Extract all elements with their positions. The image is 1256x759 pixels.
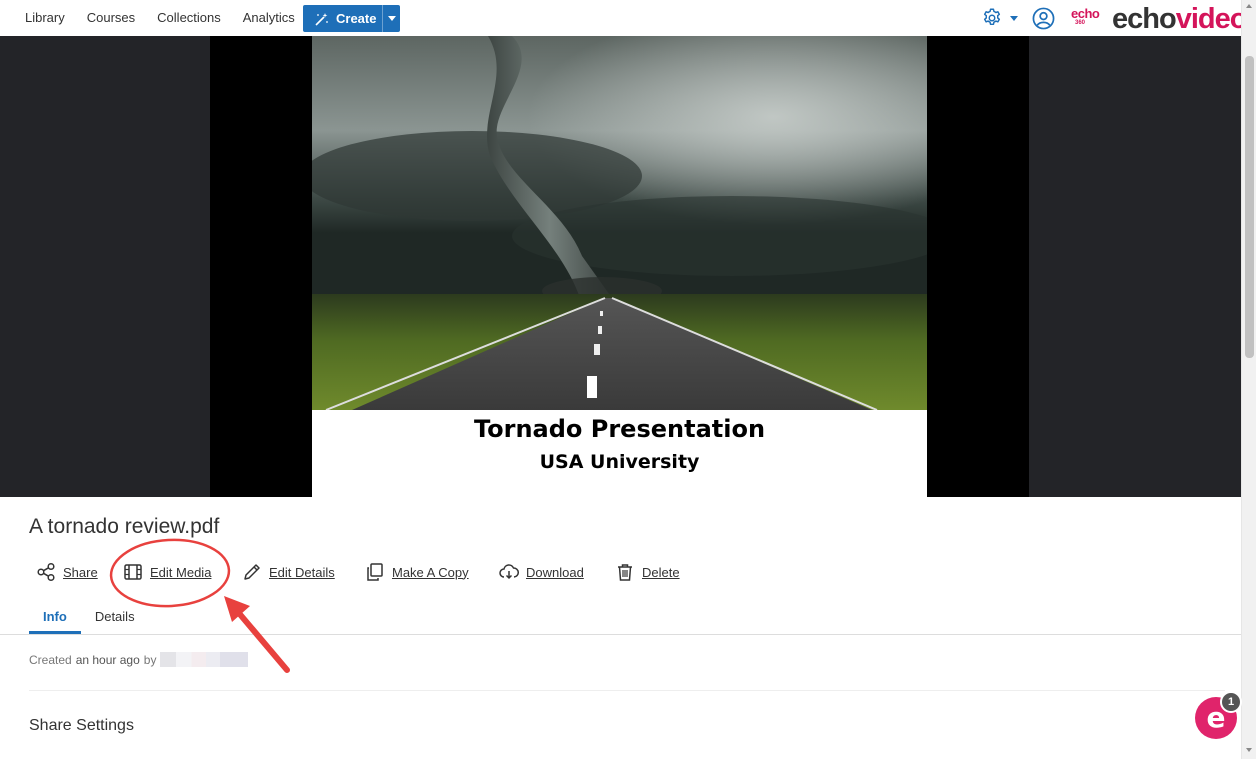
slide-subtitle: USA University	[539, 451, 700, 473]
pencil-icon	[244, 564, 260, 580]
tab-details[interactable]: Details	[81, 604, 149, 634]
section-divider	[29, 690, 1225, 691]
created-time: an hour ago	[75, 652, 140, 667]
echovideo-logo: echovideo	[1112, 2, 1248, 36]
create-button[interactable]: Create	[303, 5, 400, 32]
scroll-down-arrow-icon[interactable]	[1246, 748, 1252, 752]
magic-wand-icon	[315, 12, 328, 26]
delete-button[interactable]: Delete	[615, 561, 680, 583]
media-title: A tornado review.pdf	[29, 515, 220, 538]
tabs-divider	[0, 634, 1241, 635]
share-label: Share	[63, 564, 98, 580]
redacted-author	[160, 652, 249, 667]
logo-video-part: video	[1175, 3, 1248, 35]
film-icon	[124, 564, 142, 580]
page-scrollbar[interactable]	[1241, 0, 1256, 759]
scroll-up-arrow-icon[interactable]	[1246, 4, 1252, 8]
download-button[interactable]: Download	[499, 561, 584, 583]
logo-echo-part: echo	[1112, 3, 1177, 35]
player-viewport: Tornado Presentation USA University	[210, 36, 1029, 497]
share-settings-heading[interactable]: Share Settings	[29, 717, 134, 735]
slide-title: Tornado Presentation	[473, 415, 766, 443]
delete-label: Delete	[642, 564, 680, 580]
notification-badge: 1	[1220, 691, 1242, 713]
gear-icon[interactable]	[981, 7, 1003, 29]
nav-library[interactable]: Library	[14, 0, 76, 36]
trash-icon	[618, 564, 632, 581]
tornado-image	[312, 36, 927, 410]
created-prefix: Created	[29, 652, 72, 667]
make-a-copy-label: Make A Copy	[392, 564, 469, 580]
top-nav-bar: Library Courses Collections Analytics Cr…	[0, 0, 1247, 36]
edit-media-button[interactable]: Edit Media	[123, 561, 211, 583]
created-by: by	[143, 652, 157, 667]
nav-analytics[interactable]: Analytics	[232, 0, 306, 36]
nav-collections[interactable]: Collections	[146, 0, 232, 36]
create-divider	[382, 5, 383, 32]
edit-details-button[interactable]: Edit Details	[242, 561, 335, 583]
edit-details-label: Edit Details	[269, 564, 335, 580]
media-player[interactable]: Tornado Presentation USA University	[0, 36, 1241, 497]
share-button[interactable]: Share	[36, 561, 98, 583]
make-a-copy-button[interactable]: Make A Copy	[365, 561, 469, 583]
echo360-logo-number: 360	[1075, 20, 1086, 26]
created-info: Created an hour ago by	[29, 652, 249, 667]
edit-media-label: Edit Media	[150, 564, 212, 580]
echo360-logo-text: echo	[1071, 6, 1100, 21]
share-icon	[37, 562, 55, 582]
main-nav: Library Courses Collections Analytics	[14, 0, 306, 36]
nav-courses[interactable]: Courses	[76, 0, 146, 36]
media-tabs: Info Details	[29, 604, 149, 634]
cloud-download-icon	[499, 564, 519, 580]
copy-icon	[367, 563, 383, 581]
tab-info[interactable]: Info	[29, 604, 81, 634]
scrollbar-thumb[interactable]	[1245, 56, 1254, 358]
chevron-down-icon[interactable]	[388, 16, 396, 21]
download-label: Download	[526, 564, 584, 580]
help-chat-button[interactable]: e 1	[1195, 691, 1242, 739]
settings-chevron-down-icon[interactable]	[1010, 16, 1018, 21]
slide-preview: Tornado Presentation USA University	[312, 36, 927, 497]
create-button-label: Create	[336, 11, 377, 26]
user-avatar-icon[interactable]	[1032, 7, 1055, 30]
